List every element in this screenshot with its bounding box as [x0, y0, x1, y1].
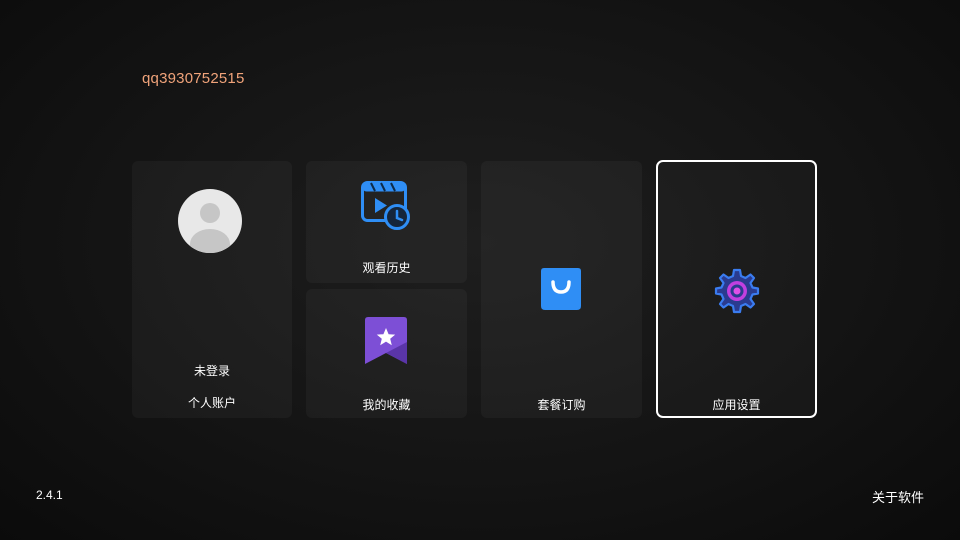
account-tile[interactable]: 未登录 个人账户 — [132, 161, 292, 418]
gear-icon — [714, 268, 760, 314]
settings-tile-label: 应用设置 — [712, 398, 761, 412]
history-tile[interactable]: 观看历史 — [306, 161, 467, 283]
favorites-tile-label: 我的收藏 — [362, 398, 411, 412]
favorites-tile[interactable]: 我的收藏 — [306, 289, 467, 418]
video-history-icon — [361, 181, 410, 230]
about-software-button[interactable]: 关于软件 — [872, 487, 924, 506]
history-tile-label: 观看历史 — [362, 261, 411, 275]
plans-tile-label: 套餐订购 — [537, 398, 586, 412]
shopping-bag-icon — [541, 268, 581, 310]
user-id-label: qq3930752515 — [142, 70, 245, 87]
app-version-label: 2.4.1 — [36, 488, 63, 502]
plans-tile[interactable]: 套餐订购 — [481, 161, 642, 418]
settings-tile[interactable]: 应用设置 — [656, 160, 817, 418]
avatar-placeholder-icon — [178, 189, 242, 253]
account-tile-label: 个人账户 — [187, 396, 236, 410]
login-status-label: 未登录 — [193, 364, 230, 378]
star-bookmark-icon — [365, 317, 407, 364]
